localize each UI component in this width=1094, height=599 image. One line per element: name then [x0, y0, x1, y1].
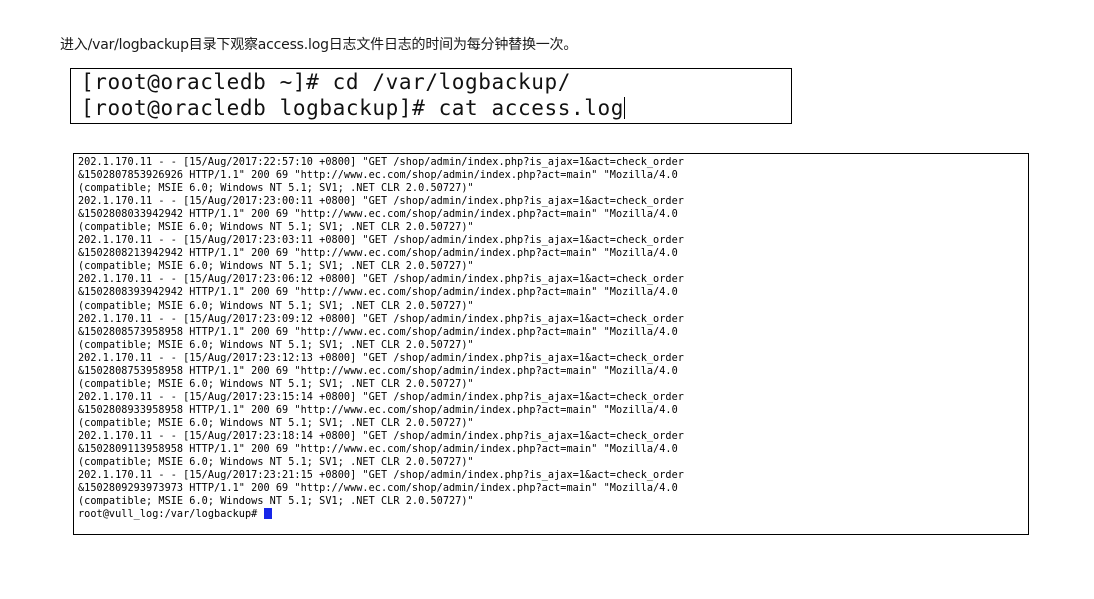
- log-line: 202.1.170.11 - - [15/Aug/2017:23:00:11 +…: [78, 196, 684, 208]
- log-line: &1502808213942942 HTTP/1.1" 200 69 "http…: [78, 248, 678, 260]
- log-output-screenshot: 202.1.170.11 - - [15/Aug/2017:22:57:10 +…: [73, 153, 1029, 535]
- log-line: &1502808753958958 HTTP/1.1" 200 69 "http…: [78, 365, 678, 377]
- command-screenshot: [root@oracledb ~]# cd /var/logbackup/ [r…: [70, 68, 792, 124]
- log-line: 202.1.170.11 - - [15/Aug/2017:23:09:12 +…: [78, 313, 684, 325]
- text-cursor-icon: [623, 97, 625, 119]
- log-line: &1502808393942942 HTTP/1.1" 200 69 "http…: [78, 287, 678, 299]
- log-line: (compatible; MSIE 6.0; Windows NT 5.1; S…: [78, 222, 474, 234]
- log-line: 202.1.170.11 - - [15/Aug/2017:23:06:12 +…: [78, 274, 684, 286]
- log-line: &1502808033942942 HTTP/1.1" 200 69 "http…: [78, 209, 678, 221]
- command-line-cat: [root@oracledb logbackup]# cat access.lo…: [81, 95, 791, 121]
- log-lines: 202.1.170.11 - - [15/Aug/2017:22:57:10 +…: [78, 156, 1026, 508]
- log-line: &1502807853926926 HTTP/1.1" 200 69 "http…: [78, 170, 678, 182]
- intro-paragraph: 进入/var/logbackup目录下观察access.log日志文件日志的时间…: [60, 37, 578, 53]
- log-line: &1502808573958958 HTTP/1.1" 200 69 "http…: [78, 326, 678, 338]
- log-line: &1502809293973973 HTTP/1.1" 200 69 "http…: [78, 483, 678, 495]
- log-line: &1502809113958958 HTTP/1.1" 200 69 "http…: [78, 444, 678, 456]
- log-line: (compatible; MSIE 6.0; Windows NT 5.1; S…: [78, 339, 474, 351]
- command-line-cd: [root@oracledb ~]# cd /var/logbackup/: [81, 69, 791, 95]
- log-line: 202.1.170.11 - - [15/Aug/2017:22:57:10 +…: [78, 157, 684, 168]
- log-line: (compatible; MSIE 6.0; Windows NT 5.1; S…: [78, 417, 474, 429]
- log-line: 202.1.170.11 - - [15/Aug/2017:23:21:15 +…: [78, 470, 684, 482]
- log-line: 202.1.170.11 - - [15/Aug/2017:23:12:13 +…: [78, 352, 684, 364]
- cut-off-heading: [0, 0, 320, 8]
- log-line: &1502808933958958 HTTP/1.1" 200 69 "http…: [78, 404, 678, 416]
- log-line: (compatible; MSIE 6.0; Windows NT 5.1; S…: [78, 300, 474, 312]
- shell-prompt-line: root@vull_log:/var/logbackup#: [78, 508, 1026, 521]
- shell-prompt: root@vull_log:/var/logbackup#: [78, 509, 264, 521]
- log-line: 202.1.170.11 - - [15/Aug/2017:23:03:11 +…: [78, 235, 684, 247]
- command-text: [root@oracledb ~]# cd /var/logbackup/: [81, 70, 571, 94]
- log-line: 202.1.170.11 - - [15/Aug/2017:23:18:14 +…: [78, 430, 684, 442]
- command-text: [root@oracledb logbackup]# cat access.lo…: [81, 96, 624, 120]
- log-line: (compatible; MSIE 6.0; Windows NT 5.1; S…: [78, 183, 474, 195]
- log-line: (compatible; MSIE 6.0; Windows NT 5.1; S…: [78, 378, 474, 390]
- log-line: 202.1.170.11 - - [15/Aug/2017:23:15:14 +…: [78, 391, 684, 403]
- terminal-cursor-icon: [263, 508, 272, 520]
- log-line: (compatible; MSIE 6.0; Windows NT 5.1; S…: [78, 496, 474, 508]
- log-line: (compatible; MSIE 6.0; Windows NT 5.1; S…: [78, 261, 474, 273]
- log-line: (compatible; MSIE 6.0; Windows NT 5.1; S…: [78, 457, 474, 469]
